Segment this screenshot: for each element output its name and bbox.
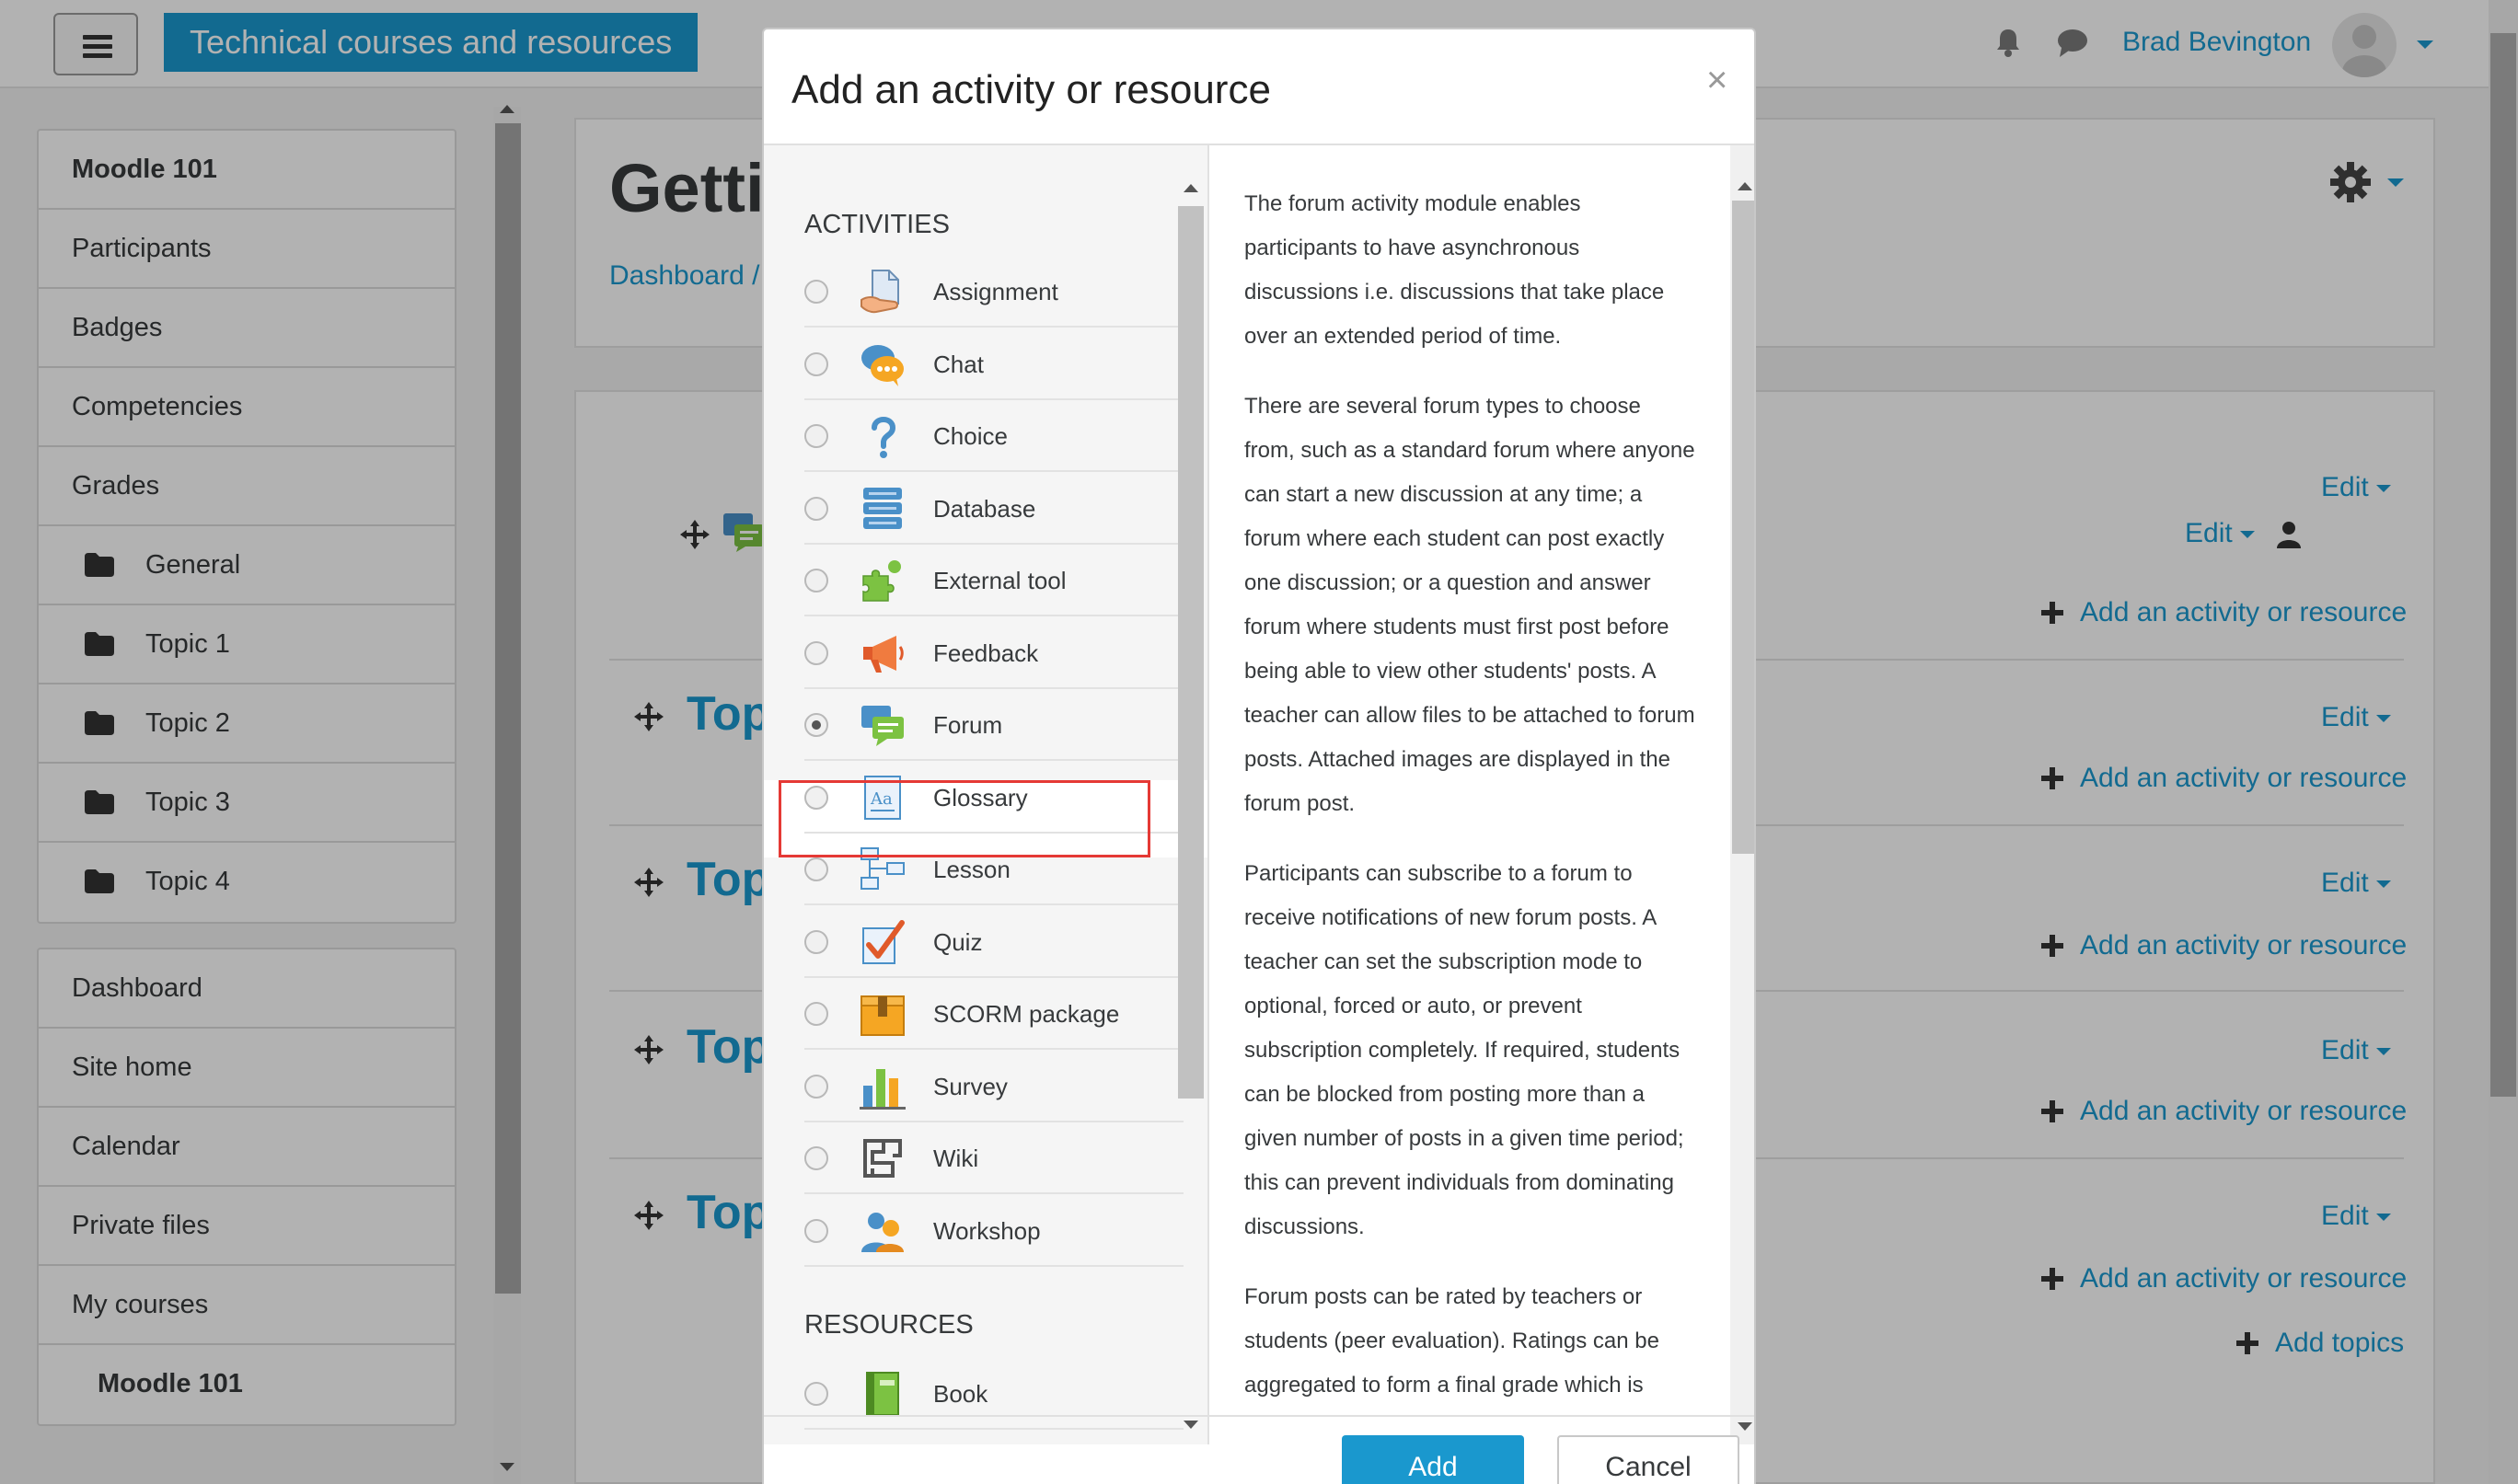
book-icon — [860, 1371, 906, 1417]
activity-option-assignment[interactable]: Assignment — [804, 256, 1184, 328]
activity-option-quiz[interactable]: Quiz — [804, 906, 1184, 978]
database-icon — [860, 486, 906, 532]
summary-paragraph: The forum activity module enables partic… — [1244, 191, 1665, 349]
chat-icon — [860, 341, 906, 387]
summary-paragraph: Participants can subscribe to a forum to… — [1244, 861, 1684, 1239]
activity-option-label: Wiki — [933, 1145, 979, 1172]
activity-option-label: Feedback — [933, 638, 1039, 667]
activity-option-label: Assignment — [933, 278, 1058, 305]
assignment-icon — [860, 269, 906, 315]
forum-highlight-box — [779, 780, 1150, 857]
activity-option-label: SCORM package — [933, 1000, 1120, 1028]
activity-option-label: Quiz — [933, 927, 983, 956]
radio-button[interactable] — [804, 1074, 828, 1099]
activity-option-label: Chat — [933, 350, 984, 378]
activity-option-forum[interactable]: Forum — [804, 689, 1184, 761]
activity-option-label: Survey — [933, 1072, 1008, 1100]
resources-group-label: RESOURCES — [804, 1310, 974, 1340]
activity-summary-text: The forum activity module enables partic… — [1244, 182, 1697, 1433]
add-button[interactable]: Add — [1342, 1435, 1524, 1484]
activity-summary-pane: The forum activity module enables partic… — [1207, 145, 1754, 1444]
activity-option-chat[interactable]: Chat — [804, 328, 1184, 400]
radio-button[interactable] — [804, 424, 828, 448]
radio-button[interactable] — [804, 280, 828, 304]
workshop-icon — [860, 1208, 906, 1254]
activity-option-label: Choice — [933, 422, 1008, 450]
activity-option-scorm-package[interactable]: SCORM package — [804, 978, 1184, 1050]
radio-button[interactable] — [804, 496, 828, 521]
choice-icon — [860, 413, 906, 459]
radio-button[interactable] — [804, 569, 828, 592]
external-tool-icon — [860, 558, 906, 604]
activities-group-label: ACTIVITIES — [804, 210, 950, 239]
radio-button[interactable] — [804, 351, 828, 376]
activity-option-wiki[interactable]: Wiki — [804, 1122, 1184, 1194]
radio-button[interactable] — [804, 1382, 828, 1406]
summary-scrollbar-thumb[interactable] — [1732, 201, 1754, 854]
activity-option-external-tool[interactable]: External tool — [804, 545, 1184, 616]
radio-button[interactable] — [804, 929, 828, 954]
activity-option-label: Book — [933, 1380, 988, 1408]
options-scroll-down-icon[interactable] — [1184, 1421, 1198, 1429]
radio-button[interactable] — [804, 857, 828, 881]
survey-icon — [860, 1064, 906, 1110]
activity-option-feedback[interactable]: Feedback — [804, 617, 1184, 689]
forum-icon — [860, 702, 906, 748]
activity-option-choice[interactable]: Choice — [804, 400, 1184, 472]
activity-option-book[interactable]: Book — [804, 1358, 1184, 1430]
dialog-title: Add an activity or resource — [791, 67, 1271, 112]
feedback-icon — [860, 630, 906, 676]
radio-button[interactable] — [804, 1146, 828, 1170]
summary-scroll-down-icon[interactable] — [1738, 1422, 1752, 1431]
options-scrollbar-thumb[interactable] — [1178, 206, 1204, 1099]
activity-options-list: ACTIVITIES Assignment Chat Choice Database E… — [764, 145, 1207, 1444]
summary-scroll-up-icon[interactable] — [1738, 182, 1752, 190]
summary-paragraph: Forum posts can be rated by teachers or … — [1244, 1284, 1659, 1398]
activity-option-label: External tool — [933, 567, 1067, 594]
close-icon[interactable]: × — [1706, 57, 1727, 103]
activity-option-label: Database — [933, 494, 1036, 523]
dialog-footer-divider — [764, 1415, 1754, 1417]
radio-button[interactable] — [804, 1002, 828, 1026]
radio-button[interactable] — [804, 640, 828, 665]
radio-button[interactable] — [804, 713, 828, 737]
cancel-button[interactable]: Cancel — [1557, 1435, 1739, 1484]
add-activity-dialog: Add an activity or resource × ACTIVITIES… — [762, 28, 1756, 1484]
quiz-icon — [860, 919, 906, 965]
radio-button[interactable] — [804, 1218, 828, 1243]
activity-option-workshop[interactable]: Workshop — [804, 1195, 1184, 1267]
activity-option-survey[interactable]: Survey — [804, 1051, 1184, 1122]
activity-option-label: Forum — [933, 711, 1003, 739]
wiki-icon — [860, 1135, 906, 1181]
activity-option-database[interactable]: Database — [804, 473, 1184, 545]
activity-option-label: Workshop — [933, 1216, 1041, 1245]
scorm-icon — [860, 991, 906, 1037]
options-scroll-up-icon[interactable] — [1184, 184, 1198, 192]
summary-paragraph: There are several forum types to choose … — [1244, 394, 1695, 816]
